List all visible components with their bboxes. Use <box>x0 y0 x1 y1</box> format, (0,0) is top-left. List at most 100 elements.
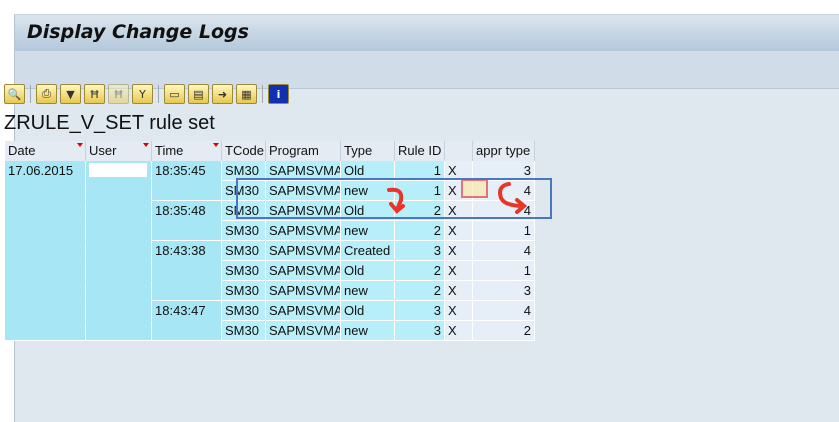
cell-tcode[interactable]: SM30 <box>222 321 266 341</box>
cell-appr-type[interactable]: 1 <box>473 221 535 241</box>
cell-program[interactable]: SAPMSVMA <box>266 241 341 261</box>
cell-tcode[interactable]: SM30 <box>222 281 266 301</box>
cell-flag[interactable]: X <box>445 261 473 281</box>
cell-user[interactable] <box>86 261 152 281</box>
cell-date[interactable] <box>5 241 86 261</box>
cell-tcode[interactable]: SM30 <box>222 161 266 181</box>
cell-user[interactable] <box>86 301 152 321</box>
cell-tcode[interactable]: SM30 <box>222 201 266 221</box>
cell-appr-type[interactable]: 4 <box>473 301 535 321</box>
cell-flag[interactable]: X <box>445 201 473 221</box>
cell-rule-id[interactable]: 2 <box>395 221 445 241</box>
cell-type[interactable]: Old <box>341 261 395 281</box>
find-next-icon[interactable]: Ħ <box>108 84 129 104</box>
cell-type[interactable]: new <box>341 321 395 341</box>
table-row[interactable]: SM30 SAPMSVMA new 3 X 2 <box>5 321 535 341</box>
cell-tcode[interactable]: SM30 <box>222 221 266 241</box>
cell-type[interactable]: Old <box>341 201 395 221</box>
cell-program[interactable]: SAPMSVMA <box>266 221 341 241</box>
column-header-time[interactable]: Time <box>152 141 222 162</box>
cell-user[interactable] <box>86 321 152 341</box>
cell-program[interactable]: SAPMSVMA <box>266 301 341 321</box>
cell-type[interactable]: new <box>341 281 395 301</box>
cell-date[interactable] <box>5 181 86 201</box>
cell-program[interactable]: SAPMSVMA <box>266 181 341 201</box>
cell-date[interactable] <box>5 201 86 221</box>
filter-icon[interactable]: ▼ <box>60 84 81 104</box>
cell-program[interactable]: SAPMSVMA <box>266 161 341 181</box>
cell-time[interactable] <box>152 281 222 301</box>
cell-program[interactable]: SAPMSVMA <box>266 201 341 221</box>
cell-flag[interactable]: X <box>445 161 473 181</box>
cell-rule-id[interactable]: 2 <box>395 201 445 221</box>
cell-date[interactable] <box>5 301 86 321</box>
cell-time[interactable]: 18:43:38 <box>152 241 222 261</box>
cell-tcode[interactable]: SM30 <box>222 261 266 281</box>
table-row[interactable]: SM30 SAPMSVMA Old 2 X 1 <box>5 261 535 281</box>
cell-user[interactable] <box>86 181 152 201</box>
cell-time[interactable]: 18:35:48 <box>152 201 222 221</box>
export-icon[interactable]: ▤ <box>188 84 209 104</box>
table-row[interactable]: 18:43:38 SM30 SAPMSVMA Created 3 X 4 <box>5 241 535 261</box>
cell-user[interactable] <box>86 201 152 221</box>
cell-time[interactable]: 18:43:47 <box>152 301 222 321</box>
cell-user[interactable] <box>86 281 152 301</box>
cell-tcode[interactable]: SM30 <box>222 241 266 261</box>
cell-date[interactable]: 17.06.2015 <box>5 161 86 181</box>
cell-appr-type[interactable]: 2 <box>473 321 535 341</box>
cell-rule-id[interactable]: 3 <box>395 321 445 341</box>
cell-program[interactable]: SAPMSVMA <box>266 321 341 341</box>
cell-tcode[interactable]: SM30 <box>222 181 266 201</box>
cell-rule-id[interactable]: 1 <box>395 181 445 201</box>
table-row[interactable]: 17.06.2015 18:35:45 SM30 SAPMSVMA Old 1 X 3 <box>5 161 535 181</box>
cell-flag[interactable]: X <box>445 321 473 341</box>
table-row[interactable]: 18:43:47 SM30 SAPMSVMA Old 3 X 4 <box>5 301 535 321</box>
cell-user[interactable] <box>86 221 152 241</box>
cell-type[interactable]: Created <box>341 241 395 261</box>
cell-rule-id[interactable]: 2 <box>395 261 445 281</box>
cell-user[interactable] <box>86 161 152 181</box>
print-preview-icon[interactable]: ⎙ <box>36 84 57 104</box>
cell-appr-type[interactable]: 4 <box>473 201 535 221</box>
cell-date[interactable] <box>5 221 86 241</box>
cell-flag[interactable]: X <box>445 221 473 241</box>
cell-date[interactable] <box>5 281 86 301</box>
column-header-rule-id[interactable]: Rule ID <box>395 141 445 162</box>
cell-time[interactable] <box>152 261 222 281</box>
cell-type[interactable]: Old <box>341 301 395 321</box>
cell-flag[interactable]: X <box>445 241 473 261</box>
cell-date[interactable] <box>5 321 86 341</box>
set-filter-icon[interactable]: Y <box>132 84 153 104</box>
cell-type[interactable]: new <box>341 181 395 201</box>
column-header-appr-type[interactable]: appr type <box>473 141 535 162</box>
cell-appr-type[interactable]: 1 <box>473 261 535 281</box>
cell-time[interactable]: 18:35:45 <box>152 161 222 181</box>
find-icon[interactable]: Ħ <box>84 84 105 104</box>
layout-grid-icon[interactable]: ▦ <box>236 84 257 104</box>
cell-date[interactable] <box>5 261 86 281</box>
save-layout-icon[interactable]: ➜ <box>212 84 233 104</box>
cell-flag[interactable]: X <box>445 301 473 321</box>
cell-rule-id[interactable]: 2 <box>395 281 445 301</box>
column-header-flag[interactable] <box>445 141 473 162</box>
cell-rule-id[interactable]: 3 <box>395 241 445 261</box>
cell-program[interactable]: SAPMSVMA <box>266 261 341 281</box>
info-icon[interactable]: i <box>268 84 289 104</box>
cell-tcode[interactable]: SM30 <box>222 301 266 321</box>
table-row[interactable]: SM30 SAPMSVMA new 1 X 4 <box>5 181 535 201</box>
cell-rule-id[interactable]: 3 <box>395 301 445 321</box>
cell-appr-type[interactable]: 4 <box>473 241 535 261</box>
cell-type[interactable]: new <box>341 221 395 241</box>
cell-time[interactable] <box>152 181 222 201</box>
print-icon[interactable]: ▭ <box>164 84 185 104</box>
cell-flag[interactable]: X <box>445 281 473 301</box>
cell-time[interactable] <box>152 321 222 341</box>
column-header-tcode[interactable]: TCode <box>222 141 266 162</box>
cell-program[interactable]: SAPMSVMA <box>266 281 341 301</box>
cell-user[interactable] <box>86 241 152 261</box>
table-row[interactable]: 18:35:48 SM30 SAPMSVMA Old 2 X 4 <box>5 201 535 221</box>
table-row[interactable]: SM30 SAPMSVMA new 2 X 3 <box>5 281 535 301</box>
cell-type[interactable]: Old <box>341 161 395 181</box>
details-icon[interactable]: 🔍 <box>4 84 25 104</box>
cell-appr-type[interactable]: 3 <box>473 161 535 181</box>
